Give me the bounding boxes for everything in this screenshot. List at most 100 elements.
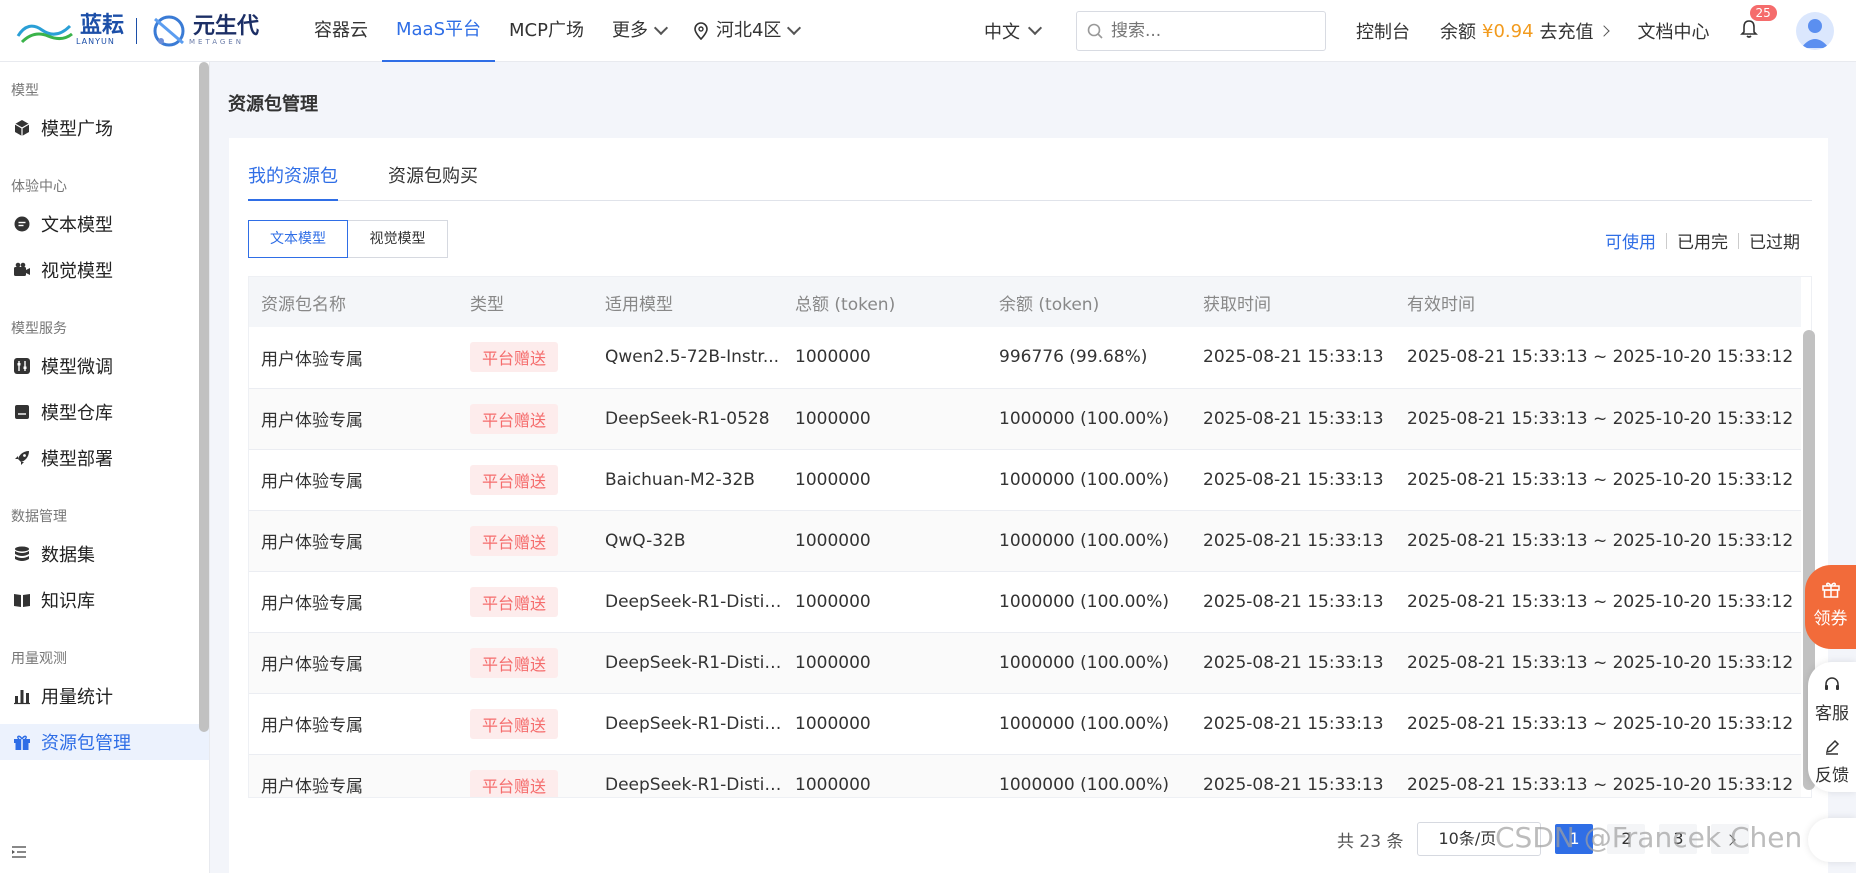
book-icon	[14, 594, 30, 607]
table-cell: 1000000	[783, 754, 987, 797]
table-cell: 平台赠送	[458, 571, 593, 633]
table-row: 用户体验专属 平台赠送 DeepSeek-R1-0528 1000000 1000000…	[249, 388, 1801, 450]
chevron-down-icon	[787, 20, 802, 35]
column-header: 有效时间	[1395, 277, 1801, 327]
console-link[interactable]: 控制台	[1356, 18, 1410, 44]
sidebar-item-text-model[interactable]: 文本模型	[0, 206, 209, 242]
search-input[interactable]	[1111, 21, 1301, 41]
sidebar-item-dataset[interactable]: 数据集	[0, 536, 209, 572]
chevron-down-icon	[653, 20, 669, 35]
nav-more[interactable]: 更多	[598, 0, 680, 62]
brand-logo[interactable]: 蓝耘 LANYUN 元生代 METAGEN	[0, 11, 290, 51]
segment-vision-model[interactable]: 视觉模型	[348, 220, 448, 258]
customer-service-button[interactable]: 客服	[1808, 676, 1856, 724]
table-cell: 平台赠送	[458, 388, 593, 450]
edit-icon	[1825, 739, 1840, 755]
table-cell: 平台赠送	[458, 510, 593, 572]
filter-expired[interactable]: 已过期	[1739, 228, 1810, 253]
customer-service-label: 客服	[1815, 704, 1849, 724]
table-cell: 1000000 (100.00%)	[987, 571, 1191, 633]
sidebar-item-model-square[interactable]: 模型广场	[0, 110, 209, 146]
balance-recharge[interactable]: 余额 ¥0.94 去充值	[1440, 18, 1610, 44]
table-cell: 平台赠送	[458, 632, 593, 694]
table-cell: 1000000 (100.00%)	[987, 449, 1191, 511]
type-tag: 平台赠送	[470, 647, 559, 678]
table-row: 用户体验专属 平台赠送 Qwen2.5-72B-Instr... 1000000 996…	[249, 327, 1801, 389]
type-tag: 平台赠送	[470, 769, 559, 797]
region-selector[interactable]: 河北4区	[680, 0, 813, 62]
sidebar-item-model-deploy[interactable]: 模型部署	[0, 440, 209, 476]
column-header: 类型	[458, 277, 593, 327]
status-filters: 可使用 已用完 已过期	[1595, 228, 1810, 253]
headset-icon	[1825, 677, 1839, 690]
recharge-link[interactable]: 去充值	[1540, 18, 1594, 44]
table-cell: 用户体验专属	[249, 449, 458, 511]
table-row: 用户体验专属 平台赠送 DeepSeek-R1-Distil... 1000000 10…	[249, 693, 1801, 755]
filter-used-up[interactable]: 已用完	[1667, 228, 1738, 253]
sidebar-group-title: 数据管理	[11, 509, 67, 525]
sidebar-collapse-button[interactable]	[11, 844, 27, 863]
table-row: 用户体验专属 平台赠送 DeepSeek-R1-Distil... 1000000 10…	[249, 632, 1801, 694]
sidebar-group-title: 体验中心	[11, 179, 67, 195]
table-cell: DeepSeek-R1-Distil...	[593, 754, 783, 797]
table-cell: 1000000	[783, 632, 987, 694]
table-cell: 2025-08-21 15:33:13	[1191, 632, 1395, 694]
brand-sub-2: METAGEN	[189, 37, 244, 46]
column-header: 适用模型	[593, 277, 783, 327]
type-tag: 平台赠送	[470, 586, 559, 617]
table-cell: 2025-08-21 15:33:13 ~ 2025-10-20 15:33:1…	[1395, 693, 1801, 755]
table-cell: 平台赠送	[458, 754, 593, 797]
sidebar-item-usage-stats[interactable]: 用量统计	[0, 678, 209, 714]
table-cell: 2025-08-21 15:33:13 ~ 2025-10-20 15:33:1…	[1395, 327, 1801, 389]
table-row: 用户体验专属 平台赠送 DeepSeek-R1-Distil... 1000000 10…	[249, 754, 1801, 797]
lanyun-logo-icon	[16, 24, 73, 43]
page-title: 资源包管理	[228, 94, 318, 115]
sidebar-group-title: 模型	[11, 83, 39, 99]
table-cell: 平台赠送	[458, 693, 593, 755]
sidebar-item-knowledge-base[interactable]: 知识库	[0, 582, 209, 618]
tab-my-resource-packs[interactable]: 我的资源包	[248, 163, 338, 201]
sidebar-scrollbar[interactable]	[199, 62, 209, 732]
chevron-down-icon	[1027, 20, 1043, 36]
sidebar-item-vision-model[interactable]: 视觉模型	[0, 252, 209, 288]
bar-chart-icon	[14, 690, 30, 705]
table-cell: DeepSeek-R1-0528	[593, 388, 783, 450]
table-cell: 1000000 (100.00%)	[987, 388, 1191, 450]
table-cell: 2025-08-21 15:33:13	[1191, 449, 1395, 511]
table-cell: 2025-08-21 15:33:13 ~ 2025-10-20 15:33:1…	[1395, 510, 1801, 572]
feedback-button[interactable]: 反馈	[1808, 738, 1856, 786]
model-type-segment: 文本模型 视觉模型	[248, 220, 448, 258]
table-cell: DeepSeek-R1-Distil...	[593, 632, 783, 694]
scroll-top-button[interactable]	[1808, 818, 1856, 862]
tab-buy-resource-packs[interactable]: 资源包购买	[388, 163, 478, 201]
cube-icon	[14, 120, 30, 136]
table-cell: 1000000	[783, 449, 987, 511]
segment-text-model[interactable]: 文本模型	[248, 220, 348, 258]
archive-icon	[15, 405, 29, 419]
docs-link[interactable]: 文档中心	[1638, 18, 1710, 44]
table-cell: 用户体验专属	[249, 632, 458, 694]
nav-mcp-square[interactable]: MCP广场	[495, 0, 598, 62]
avatar[interactable]	[1795, 12, 1834, 50]
chevron-right-icon	[1597, 25, 1610, 37]
table-cell: 2025-08-21 15:33:13	[1191, 388, 1395, 450]
search-box[interactable]	[1076, 11, 1326, 51]
coupon-button[interactable]: 领券	[1805, 565, 1856, 649]
pagination-total: 共 23 条	[1337, 831, 1404, 852]
nav-container-cloud[interactable]: 容器云	[300, 0, 382, 62]
sidebar-item-model-repo[interactable]: 模型仓库	[0, 394, 209, 430]
notification-bell[interactable]: 25	[1739, 5, 1777, 43]
chat-icon	[14, 216, 30, 232]
type-tag: 平台赠送	[470, 403, 559, 434]
user-avatar-icon	[1800, 19, 1829, 48]
nav-maas-platform[interactable]: MaaS平台	[382, 0, 496, 62]
language-selector[interactable]: 中文	[984, 18, 1074, 44]
filter-available[interactable]: 可使用	[1595, 228, 1666, 253]
sidebar-item-resource-pack[interactable]: 资源包管理	[0, 724, 209, 760]
type-tag: 平台赠送	[470, 342, 559, 373]
table-cell: 1000000 (100.00%)	[987, 754, 1191, 797]
coupon-label: 领券	[1813, 609, 1848, 629]
sidebar-group-title: 模型服务	[11, 321, 67, 337]
rocket-icon	[15, 451, 29, 465]
sidebar-item-fine-tune[interactable]: 模型微调	[0, 348, 209, 384]
